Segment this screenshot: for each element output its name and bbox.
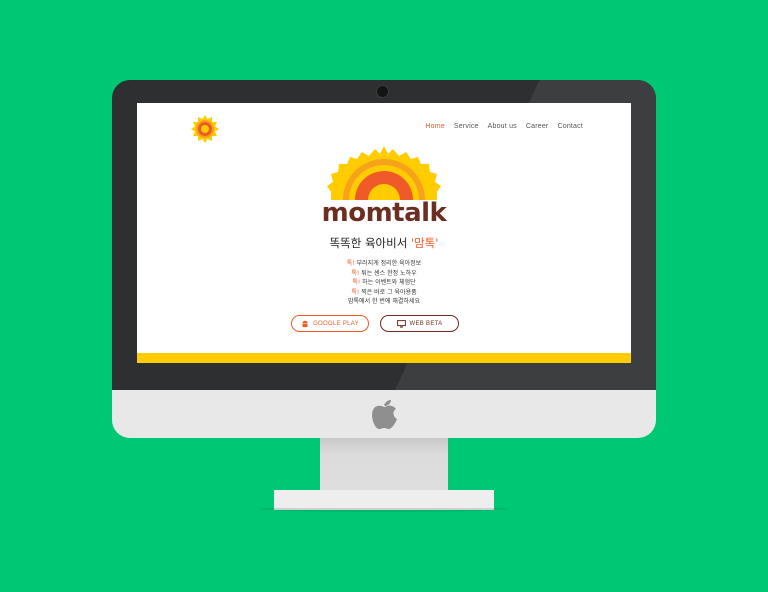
monitor-base (274, 490, 494, 510)
google-play-label: GOOGLE PLAY (313, 320, 359, 327)
feature-closing: 맘톡에서 한 번에 해결하세요 (348, 298, 420, 305)
nav-service[interactable]: Service (454, 123, 479, 130)
feature-item: 톡! 튀는 센스 한정 노하우 (351, 269, 417, 277)
nav-about-us[interactable]: About us (488, 123, 517, 130)
hero-sun-logo (327, 146, 441, 200)
monitor-stand (320, 438, 448, 492)
nav-home[interactable]: Home (425, 123, 444, 130)
feature-list: 톡! 부러지게 정리한 육아정보 톡! 튀는 센스 한정 노하우 톡! 하는 이… (137, 259, 631, 307)
feature-item: 톡! 하는 이벤트와 체험단 (352, 279, 416, 286)
monitor-icon (396, 319, 406, 328)
website-screen: Home Service About us Career Contact mom… (137, 103, 631, 363)
nav-contact[interactable]: Contact (557, 123, 583, 130)
nav-career[interactable]: Career (526, 123, 549, 130)
tagline-text: 똑똑한 육아비서 (329, 236, 411, 250)
imac-mockup: Home Service About us Career Contact mom… (0, 0, 768, 592)
brand-wordmark: momtalk (321, 198, 447, 228)
apple-logo-icon (372, 400, 397, 429)
feature-item: 톡! 찍은 바로 그 육아용품 (351, 288, 417, 296)
hero-tagline: 똑똑한 육아비서 '맘톡' (137, 235, 631, 251)
site-logo[interactable] (191, 115, 219, 143)
feature-item: 톡! 부러지게 정리한 육아정보 (346, 260, 422, 267)
google-play-button[interactable]: GOOGLE PLAY (291, 315, 369, 332)
main-nav: Home Service About us Career Contact (425, 123, 583, 130)
camera-icon (377, 86, 388, 97)
tagline-highlight: '맘톡' (410, 236, 439, 250)
web-beta-label: WEB BETA (409, 320, 443, 327)
footer-accent-bar (137, 353, 631, 363)
android-icon (302, 320, 308, 327)
web-beta-button[interactable]: WEB BETA (380, 315, 459, 332)
